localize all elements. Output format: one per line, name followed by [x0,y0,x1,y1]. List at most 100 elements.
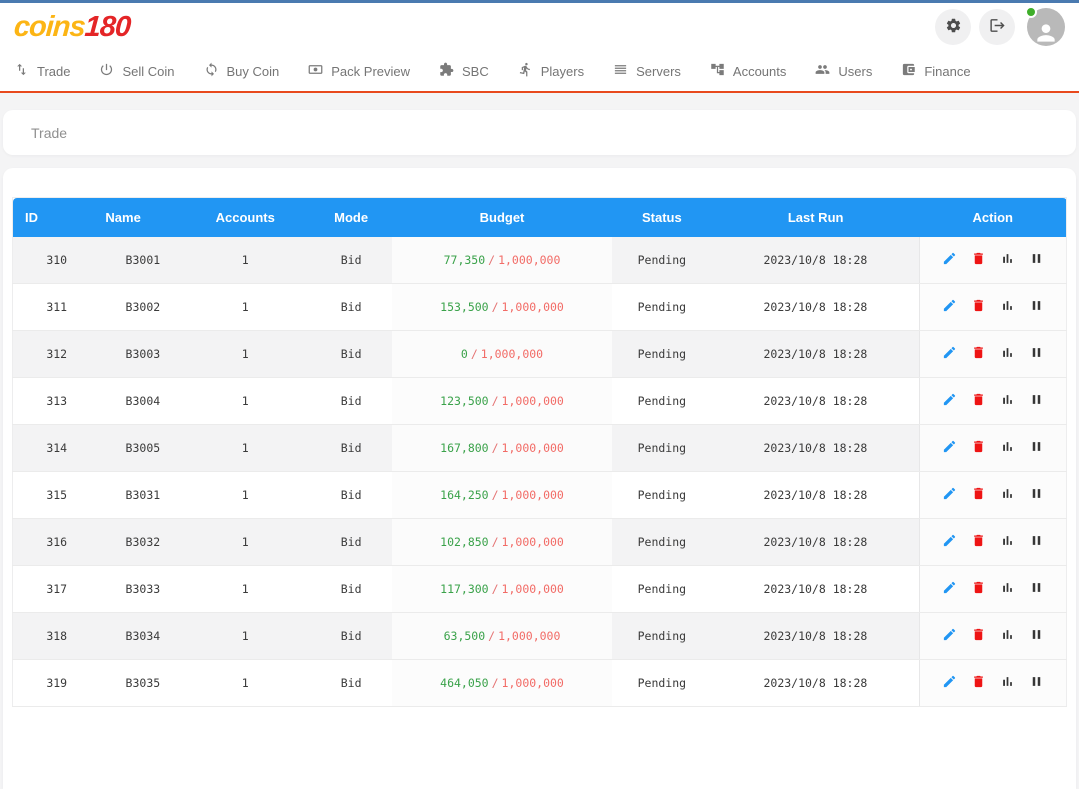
budget-used: 164,250 [440,488,488,502]
stats-button[interactable] [997,249,1019,271]
delete-button[interactable] [968,578,990,600]
nav-item-finance[interactable]: Finance [901,62,970,80]
stats-button[interactable] [997,484,1019,506]
bar-chart-icon [1000,298,1015,316]
delete-button[interactable] [968,625,990,647]
cell-id: 312 [13,331,89,378]
cell-name: B3001 [88,237,180,284]
nav-label: Buy Coin [227,64,280,79]
logout-button[interactable] [979,9,1015,45]
delete-button[interactable] [968,437,990,459]
cell-last-run: 2023/10/8 18:28 [712,331,920,378]
nav-item-pack-preview[interactable]: Pack Preview [308,62,410,80]
delete-button[interactable] [968,390,990,412]
cell-mode: Bid [310,284,392,331]
budget-used: 102,850 [440,535,488,549]
edit-button[interactable] [939,578,961,600]
nav-item-sell-coin[interactable]: Sell Coin [99,62,174,80]
table-header: ID Name Accounts Mode Budget Status Last… [13,198,1067,237]
puzzle-icon [439,62,454,80]
budget-used: 0 [461,347,468,361]
pause-button[interactable] [1026,578,1048,600]
nav-item-trade[interactable]: Trade [14,62,70,80]
bar-chart-icon [1000,251,1015,269]
nav-item-servers[interactable]: Servers [613,62,681,80]
budget-separator: / [489,535,502,549]
table-row: 314 B3005 1 Bid 167,800/1,000,000 Pendin… [13,425,1067,472]
edit-button[interactable] [939,484,961,506]
cell-action [920,284,1067,331]
column-header-name: Name [88,198,180,237]
pause-button[interactable] [1026,484,1048,506]
pause-button[interactable] [1026,249,1048,271]
trash-icon [971,627,986,645]
nav-label: Servers [636,64,681,79]
stats-button[interactable] [997,390,1019,412]
edit-button[interactable] [939,625,961,647]
nav-item-buy-coin[interactable]: Buy Coin [204,62,280,80]
stats-button[interactable] [997,578,1019,600]
pause-icon [1029,580,1044,598]
stats-button[interactable] [997,625,1019,647]
delete-button[interactable] [968,531,990,553]
cell-action [920,425,1067,472]
bar-chart-icon [1000,392,1015,410]
edit-button[interactable] [939,343,961,365]
nav-item-players[interactable]: Players [518,62,584,80]
nav-label: Users [838,64,872,79]
cell-status: Pending [612,331,712,378]
stats-button[interactable] [997,343,1019,365]
pause-icon [1029,251,1044,269]
delete-button[interactable] [968,296,990,318]
cell-name: B3034 [88,613,180,660]
stats-button[interactable] [997,531,1019,553]
edit-button[interactable] [939,249,961,271]
pause-button[interactable] [1026,672,1048,694]
pause-button[interactable] [1026,437,1048,459]
table-row: 313 B3004 1 Bid 123,500/1,000,000 Pendin… [13,378,1067,425]
cell-action [920,378,1067,425]
budget-total: 1,000,000 [498,629,560,643]
column-header-action: Action [920,198,1067,237]
nav-item-users[interactable]: Users [815,62,872,80]
pause-button[interactable] [1026,390,1048,412]
cell-last-run: 2023/10/8 18:28 [712,425,920,472]
pause-button[interactable] [1026,531,1048,553]
cell-name: B3031 [88,472,180,519]
delete-button[interactable] [968,484,990,506]
cell-accounts: 1 [180,284,310,331]
delete-button[interactable] [968,672,990,694]
stats-button[interactable] [997,296,1019,318]
stats-button[interactable] [997,672,1019,694]
edit-button[interactable] [939,390,961,412]
gear-icon [945,17,962,37]
nav-item-sbc[interactable]: SBC [439,62,489,80]
brand-text-primary: coins [13,11,86,43]
brand-logo[interactable]: coins180 [13,13,131,42]
cell-budget: 167,800/1,000,000 [392,425,612,472]
settings-button[interactable] [935,9,971,45]
nav-item-accounts[interactable]: Accounts [710,62,786,80]
edit-button[interactable] [939,296,961,318]
stats-button[interactable] [997,437,1019,459]
cell-id: 311 [13,284,89,331]
bar-chart-icon [1000,533,1015,551]
edit-button[interactable] [939,437,961,459]
cell-budget: 102,850/1,000,000 [392,519,612,566]
cell-action [920,566,1067,613]
delete-button[interactable] [968,343,990,365]
edit-button[interactable] [939,672,961,694]
table-row: 312 B3003 1 Bid 0/1,000,000 Pending 2023… [13,331,1067,378]
pause-button[interactable] [1026,343,1048,365]
budget-total: 1,000,000 [481,347,543,361]
runner-icon [518,62,533,80]
people-icon [815,62,830,80]
pause-button[interactable] [1026,625,1048,647]
budget-used: 117,300 [440,582,488,596]
pause-button[interactable] [1026,296,1048,318]
column-header-accounts: Accounts [180,198,310,237]
edit-button[interactable] [939,531,961,553]
cell-budget: 117,300/1,000,000 [392,566,612,613]
delete-button[interactable] [968,249,990,271]
user-avatar[interactable] [1027,8,1065,46]
